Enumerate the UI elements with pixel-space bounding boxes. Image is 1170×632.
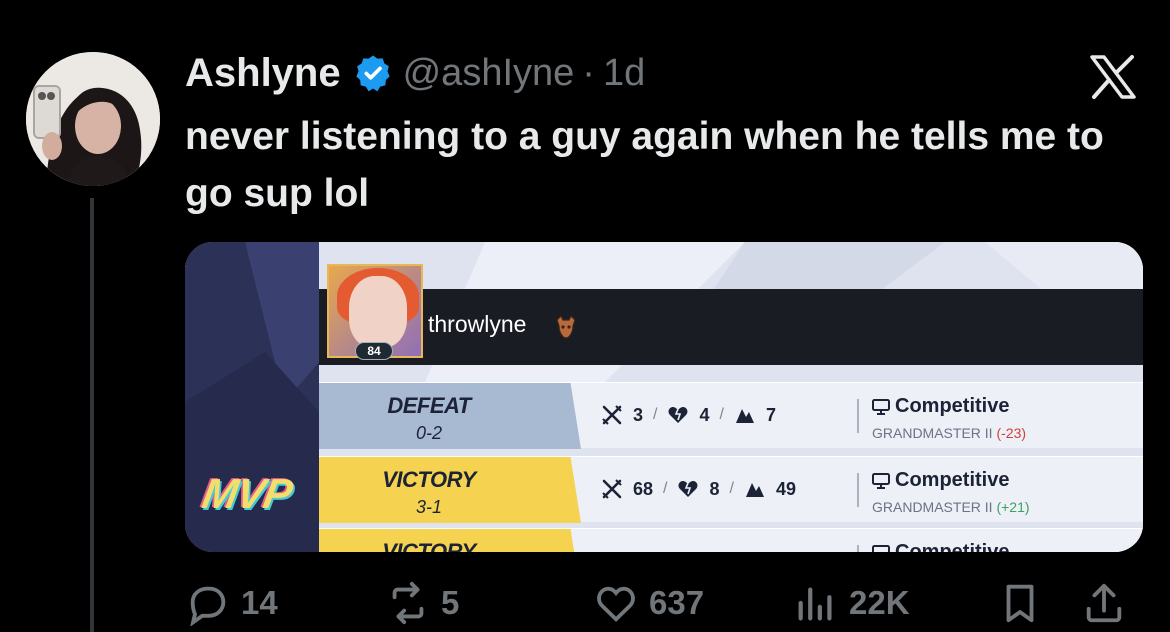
player-level-badge: 84 bbox=[355, 342, 393, 360]
match-result: VICTORY bbox=[382, 539, 476, 552]
reply-button[interactable]: 14 bbox=[185, 578, 278, 628]
tweet-timestamp[interactable]: 1d bbox=[603, 52, 645, 95]
bookmark-button[interactable] bbox=[997, 578, 1043, 628]
author-handle[interactable]: @ashIyne bbox=[403, 52, 575, 95]
broken-heart-icon bbox=[679, 481, 698, 497]
match-result-block: DEFEAT 0-2 bbox=[319, 383, 581, 449]
assist-hands-icon bbox=[745, 483, 764, 497]
match-mode: Competitive bbox=[871, 469, 1009, 492]
match-history-image[interactable]: 84 throwlyne MVP DEFEAT 0-2 3 / 4 / 7 Co… bbox=[185, 242, 1143, 552]
like-button[interactable]: 637 bbox=[593, 578, 704, 628]
match-result: DEFEAT bbox=[387, 393, 471, 418]
match-rank: GRANDMASTER II (+21) bbox=[872, 499, 1030, 515]
broken-heart-icon bbox=[669, 407, 688, 423]
deaths-value: 4 bbox=[699, 404, 710, 425]
monitor-icon bbox=[872, 398, 890, 415]
stats-divider bbox=[857, 473, 859, 507]
match-stats: 68 / 8 / 49 bbox=[601, 477, 796, 501]
match-result-block: VICTORY 3-1 bbox=[319, 457, 581, 523]
rank-change: (-23) bbox=[996, 425, 1027, 441]
verified-badge-icon bbox=[353, 53, 393, 93]
mvp-label: MVP bbox=[198, 470, 296, 517]
match-score: 0-2 bbox=[415, 423, 442, 443]
author-avatar[interactable] bbox=[26, 52, 160, 186]
rank-change: (+21) bbox=[996, 499, 1030, 515]
tweet-header: Ashlyne @ashIyne · 1d bbox=[185, 48, 645, 98]
match-rank: GRANDMASTER II (-23) bbox=[872, 425, 1026, 441]
bookmark-icon bbox=[1006, 584, 1034, 623]
stat-separator: / bbox=[729, 480, 734, 497]
assists-value: 49 bbox=[775, 478, 796, 499]
like-count: 637 bbox=[649, 584, 705, 621]
stat-separator: / bbox=[719, 406, 724, 423]
monitor-icon bbox=[872, 472, 890, 489]
views-button[interactable]: 22K bbox=[793, 578, 910, 628]
stat-separator: / bbox=[663, 480, 668, 497]
share-icon bbox=[1086, 583, 1122, 623]
repost-count: 5 bbox=[441, 584, 460, 621]
stat-separator: / bbox=[653, 406, 658, 423]
match-score: 3-1 bbox=[415, 497, 442, 517]
match-row: VICTORY 3-1 68 / 8 / 49 Competitive GRAN… bbox=[319, 456, 1143, 523]
tweet-actions: 14 5 637 22K bbox=[185, 578, 1145, 628]
kills-value: 3 bbox=[633, 404, 644, 425]
deaths-value: 8 bbox=[709, 478, 720, 499]
stats-divider bbox=[857, 545, 859, 552]
match-row: VICTORY Competitive bbox=[319, 528, 1143, 552]
share-button[interactable] bbox=[1081, 578, 1127, 628]
match-result-block: VICTORY bbox=[319, 529, 581, 552]
stats-divider bbox=[857, 399, 859, 433]
mode-label: Competitive bbox=[895, 395, 1010, 417]
x-logo-icon[interactable] bbox=[1088, 54, 1138, 100]
heart-icon bbox=[597, 586, 635, 622]
match-mode: Competitive bbox=[871, 541, 1009, 552]
repost-icon bbox=[392, 581, 424, 625]
reply-count: 14 bbox=[241, 584, 278, 621]
crossed-swords-icon bbox=[602, 479, 622, 499]
avatar-photo bbox=[26, 52, 160, 186]
thread-line bbox=[90, 198, 94, 632]
crossed-swords-icon bbox=[602, 405, 622, 425]
match-mode: Competitive bbox=[871, 395, 1009, 418]
assist-hands-icon bbox=[735, 409, 754, 423]
player-emblem-icon bbox=[553, 314, 579, 340]
rank-label: GRANDMASTER II bbox=[872, 425, 993, 441]
kills-value: 68 bbox=[633, 478, 654, 499]
assists-value: 7 bbox=[765, 404, 776, 425]
monitor-icon bbox=[872, 544, 890, 552]
match-row: DEFEAT 0-2 3 / 4 / 7 Competitive GRANDMA… bbox=[319, 382, 1143, 449]
view-count: 22K bbox=[849, 584, 910, 621]
match-stats: 3 / 4 / 7 bbox=[601, 403, 776, 427]
separator-dot: · bbox=[582, 51, 595, 94]
match-result: VICTORY bbox=[382, 467, 476, 492]
reply-icon bbox=[190, 586, 226, 626]
tweet-text: never listening to a guy again when he t… bbox=[185, 115, 1104, 215]
author-name[interactable]: Ashlyne bbox=[185, 51, 341, 96]
player-username: throwlyne bbox=[428, 311, 527, 337]
mode-label: Competitive bbox=[895, 541, 1010, 552]
mode-label: Competitive bbox=[895, 469, 1010, 491]
repost-button[interactable]: 5 bbox=[385, 578, 459, 628]
rank-label: GRANDMASTER II bbox=[872, 499, 993, 515]
views-chart-icon bbox=[798, 587, 832, 621]
